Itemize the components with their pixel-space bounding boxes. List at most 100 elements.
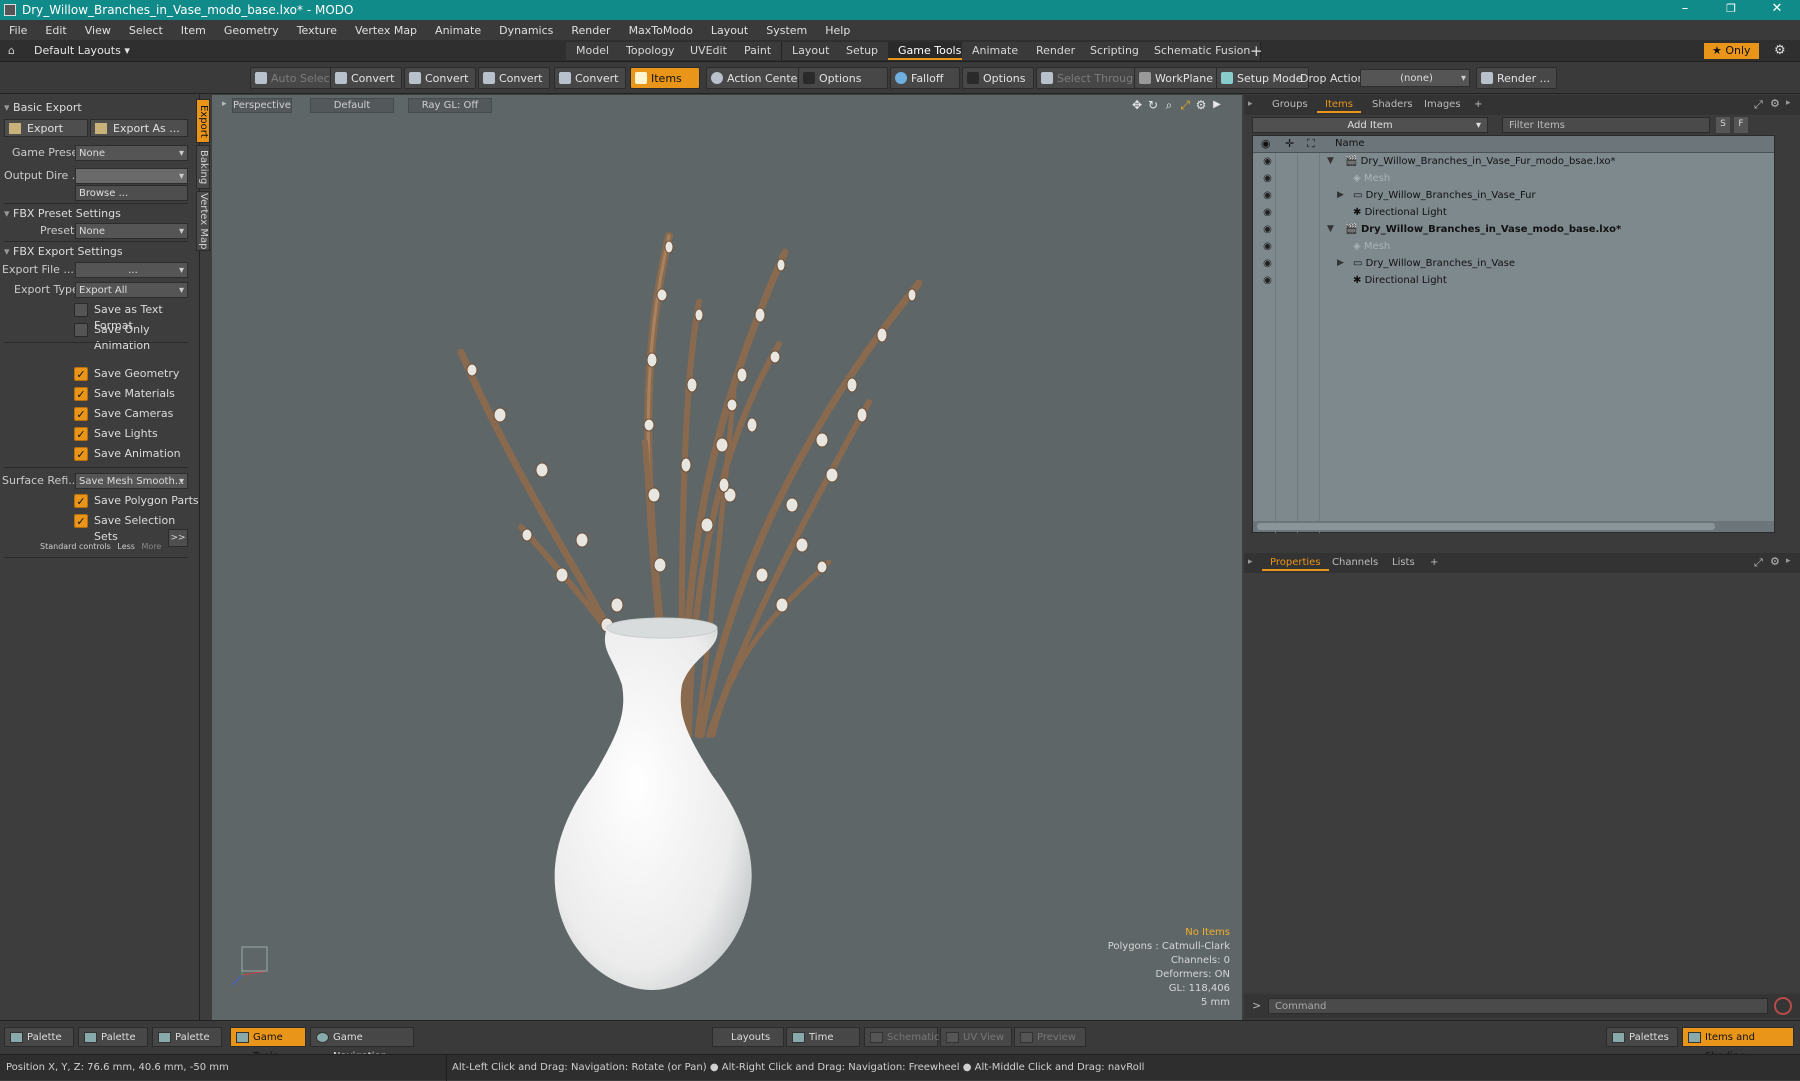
fbx-preset-section[interactable]: FBX Preset Settings bbox=[4, 206, 188, 222]
convert-button-1[interactable]: Convert bbox=[330, 67, 402, 89]
panel-menu-icon[interactable]: ▸ bbox=[1248, 99, 1253, 109]
tab-schematic-fusion[interactable]: Schematic Fusion bbox=[1144, 42, 1262, 60]
tab-animate[interactable]: Animate bbox=[962, 42, 1030, 60]
save-polygon-parts-checkbox[interactable]: ✓ Save Polygon Parts bbox=[74, 493, 199, 509]
item-row-light[interactable]: ◉ ✱ Directional Light bbox=[1253, 204, 1774, 221]
visibility-header-icon[interactable]: ◉ bbox=[1261, 137, 1271, 150]
render-button[interactable]: Render ... bbox=[1476, 67, 1558, 89]
scrollbar-thumb[interactable] bbox=[1257, 523, 1715, 530]
save-materials-checkbox[interactable]: ✓ Save Materials bbox=[74, 386, 175, 402]
palettes-button[interactable]: Palettes bbox=[1606, 1027, 1678, 1047]
tab-scripting[interactable]: Scripting bbox=[1080, 42, 1150, 60]
render-header-icon[interactable]: ⛶ bbox=[1307, 137, 1315, 151]
tab-render[interactable]: Render bbox=[1026, 42, 1087, 60]
checkbox-box[interactable] bbox=[74, 303, 88, 317]
eye-icon[interactable]: ◉ bbox=[1261, 257, 1274, 270]
filter-f-button[interactable]: F bbox=[1734, 117, 1748, 133]
menu-system[interactable]: System bbox=[757, 24, 816, 37]
expand-icon[interactable]: ▶ bbox=[1210, 98, 1224, 112]
menu-render[interactable]: Render bbox=[562, 24, 619, 37]
eye-icon[interactable]: ◉ bbox=[1261, 155, 1274, 168]
output-dir-field[interactable] bbox=[75, 168, 188, 184]
game-tools-button[interactable]: Game Tools bbox=[230, 1027, 306, 1062]
menu-texture[interactable]: Texture bbox=[288, 24, 346, 37]
add-item-dropdown[interactable]: Add Item ▾ bbox=[1252, 117, 1488, 133]
action-center-button[interactable]: Action Center bbox=[706, 67, 809, 89]
surface-refine-dropdown[interactable]: Save Mesh Smooth... bbox=[75, 473, 188, 489]
minimize-button[interactable]: – bbox=[1662, 0, 1708, 20]
checkmark-icon[interactable]: ✓ bbox=[74, 367, 88, 381]
game-preset-dropdown[interactable]: None bbox=[75, 145, 188, 161]
maximize-panel-icon[interactable]: ⤢ bbox=[1754, 98, 1763, 112]
raygl-button[interactable]: Ray GL: Off bbox=[408, 98, 492, 113]
checkmark-icon[interactable]: ✓ bbox=[74, 447, 88, 461]
item-list[interactable]: ◉ ✛ ⛶ Name ◉ ▼ 🎬 Dry_Willow_Branches_in_… bbox=[1252, 135, 1775, 533]
convert-button-2[interactable]: Convert bbox=[404, 67, 476, 89]
save-selection-sets-checkbox[interactable]: ✓ Save Selection Sets bbox=[74, 513, 199, 543]
palette-button-3[interactable]: Palette bbox=[152, 1027, 222, 1047]
panel-gear-icon[interactable]: ⚙ bbox=[1770, 97, 1780, 110]
more-link[interactable]: More bbox=[142, 542, 162, 551]
tab-layout[interactable]: Layout bbox=[782, 42, 841, 60]
filter-s-button[interactable]: S bbox=[1716, 117, 1730, 133]
menu-dynamics[interactable]: Dynamics bbox=[490, 24, 562, 37]
menu-animate[interactable]: Animate bbox=[426, 24, 490, 37]
less-link[interactable]: Less bbox=[117, 542, 135, 551]
preset-dropdown[interactable]: None bbox=[75, 223, 188, 239]
checkbox-box[interactable] bbox=[74, 323, 88, 337]
preview-button[interactable]: Preview bbox=[1014, 1027, 1086, 1047]
tab-setup[interactable]: Setup bbox=[836, 42, 890, 60]
panel-arrow-icon[interactable]: ▸ bbox=[1786, 556, 1791, 566]
panel-arrow-icon[interactable]: ▸ bbox=[1786, 98, 1791, 108]
item-row-base-scene[interactable]: ◉ ▼ 🎬 Dry_Willow_Branches_in_Vase_modo_b… bbox=[1253, 221, 1774, 238]
falloff-button[interactable]: Falloff bbox=[890, 67, 960, 89]
rotate-icon[interactable]: ↻ bbox=[1146, 98, 1160, 112]
items-mode-button[interactable]: Items bbox=[630, 67, 700, 89]
add-tab-icon[interactable]: + bbox=[1466, 97, 1490, 113]
shading-button[interactable]: Default bbox=[310, 98, 394, 113]
export-as-button[interactable]: Export As ... bbox=[90, 119, 188, 137]
settings-icon[interactable]: ⚙ bbox=[1194, 98, 1208, 112]
maximize-panel-icon[interactable]: ⤢ bbox=[1754, 556, 1763, 570]
basic-export-section[interactable]: Basic Export bbox=[4, 100, 188, 116]
expand-twisty[interactable]: ▶ bbox=[1337, 255, 1344, 272]
checkmark-icon[interactable]: ✓ bbox=[74, 494, 88, 508]
export-type-dropdown[interactable]: Export All bbox=[75, 282, 188, 298]
time-button[interactable]: Time bbox=[786, 1027, 860, 1047]
eye-icon[interactable]: ◉ bbox=[1261, 189, 1274, 202]
save-only-animation-checkbox[interactable]: Save Only Animation bbox=[74, 322, 199, 352]
tab-export[interactable]: Export bbox=[196, 99, 210, 143]
panel-gear-icon[interactable]: ⚙ bbox=[1770, 555, 1780, 568]
item-row-mesh[interactable]: ◉ ◈ Mesh bbox=[1253, 170, 1774, 187]
menu-vertex-map[interactable]: Vertex Map bbox=[346, 24, 426, 37]
lock-header-icon[interactable]: ✛ bbox=[1285, 137, 1294, 150]
save-lights-checkbox[interactable]: ✓ Save Lights bbox=[74, 426, 158, 442]
pan-icon[interactable]: ✥ bbox=[1130, 98, 1144, 112]
close-button[interactable]: ✕ bbox=[1754, 0, 1800, 20]
fit-icon[interactable]: ⤢ bbox=[1178, 98, 1192, 112]
eye-icon[interactable]: ◉ bbox=[1261, 240, 1274, 253]
game-navigation-button[interactable]: Game Navigation bbox=[310, 1027, 414, 1062]
menu-file[interactable]: File bbox=[0, 24, 36, 37]
export-button[interactable]: Export bbox=[4, 119, 88, 137]
maximize-button[interactable]: ❐ bbox=[1708, 0, 1754, 20]
menu-select[interactable]: Select bbox=[120, 24, 172, 37]
tab-groups[interactable]: Groups bbox=[1264, 97, 1316, 113]
tab-properties[interactable]: Properties bbox=[1262, 555, 1329, 571]
tab-lists[interactable]: Lists bbox=[1384, 555, 1423, 571]
items-and-shading-button[interactable]: Items and Shading bbox=[1682, 1027, 1794, 1062]
collapse-twisty[interactable]: ▼ bbox=[1327, 153, 1334, 170]
menu-layout[interactable]: Layout bbox=[702, 24, 757, 37]
expand-twisty[interactable]: ▶ bbox=[1337, 187, 1344, 204]
uv-view-button[interactable]: UV View bbox=[940, 1027, 1012, 1047]
item-row-fur-scene[interactable]: ◉ ▼ 🎬 Dry_Willow_Branches_in_Vase_Fur_mo… bbox=[1253, 153, 1774, 170]
tab-vertex-map[interactable]: Vertex Map bbox=[196, 191, 210, 251]
save-geometry-checkbox[interactable]: ✓ Save Geometry bbox=[74, 366, 179, 382]
view-mode-button[interactable]: Perspective bbox=[232, 98, 292, 113]
eye-icon[interactable]: ◉ bbox=[1261, 206, 1274, 219]
menu-maxtomodo[interactable]: MaxToModo bbox=[620, 24, 702, 37]
eye-icon[interactable]: ◉ bbox=[1261, 172, 1274, 185]
item-row-fur-group[interactable]: ◉ ▶ ▭ Dry_Willow_Branches_in_Vase_Fur bbox=[1253, 187, 1774, 204]
convert-button-4[interactable]: Convert bbox=[554, 67, 626, 89]
layouts-button[interactable]: Layouts bbox=[712, 1027, 784, 1047]
